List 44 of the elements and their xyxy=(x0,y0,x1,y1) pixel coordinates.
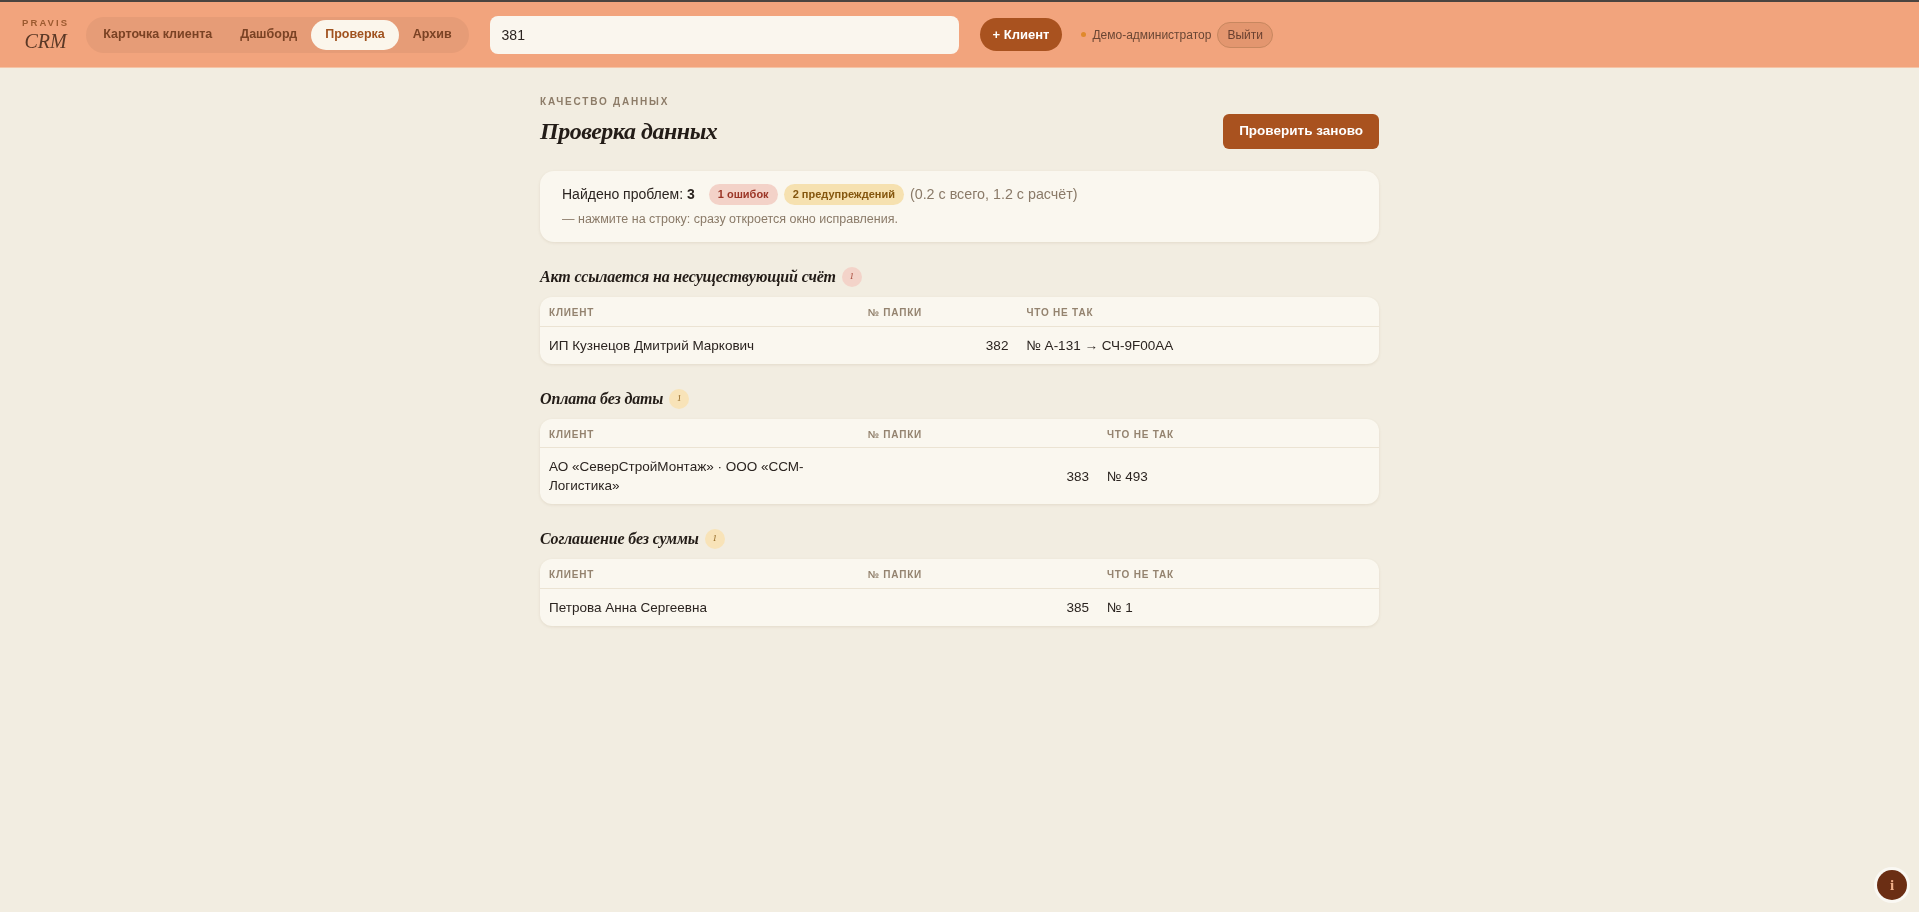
nav-tab[interactable]: Дашборд xyxy=(226,19,312,50)
folder-number-cell: 385 xyxy=(1066,599,1089,615)
issue-cell: № А-131 → СЧ-9F00AA xyxy=(1026,337,1174,353)
problems-found-text: Найдено проблем: 3 xyxy=(562,185,695,205)
user-name: Демо-администратор xyxy=(1092,26,1212,44)
issue-count-badge: 1 xyxy=(669,388,690,409)
info-button[interactable]: i xyxy=(1877,870,1907,900)
issue-cell: № 1 xyxy=(1107,599,1133,615)
nav-tab[interactable]: Архив xyxy=(398,19,466,50)
client-cell: Петрова Анна Сергеевна xyxy=(549,599,707,615)
nav-tab[interactable]: Карточка клиента xyxy=(89,19,227,50)
warning-count-badge: 2 предупреждений xyxy=(783,184,904,206)
column-header: № ПАПКИ xyxy=(867,307,923,319)
section-eyebrow: КАЧЕСТВО ДАННЫХ xyxy=(540,95,670,109)
column-header: ЧТО НЕ ТАК xyxy=(1026,307,1094,319)
add-client-button[interactable]: + Клиент xyxy=(979,18,1063,51)
issue-cell: № 493 xyxy=(1107,468,1148,484)
section-title: Соглашение без суммы xyxy=(540,529,699,550)
issue-count-badge: 1 xyxy=(841,267,862,288)
column-header: КЛИЕНТ xyxy=(549,428,595,440)
column-header: ЧТО НЕ ТАК xyxy=(1107,428,1174,440)
nav-tab[interactable]: Проверка xyxy=(311,19,399,50)
column-header: № ПАПКИ xyxy=(867,428,923,440)
search-field[interactable]: 381 xyxy=(489,15,959,54)
issue-count-badge: 1 xyxy=(704,529,725,550)
hint-text: — нажмите на строку: сразу откроется окно исправления. xyxy=(562,211,898,229)
error-count-badge: 1 ошибок xyxy=(708,184,778,206)
status-dot-icon xyxy=(1081,32,1087,37)
column-header: КЛИЕНТ xyxy=(549,569,595,581)
client-cell: АО «СеверСтройМонтаж» · ООО «ССМ-Логистика» xyxy=(549,459,804,494)
folder-number-cell: 383 xyxy=(1066,468,1089,484)
section-title: Акт ссылается на несуществующий счёт xyxy=(540,267,836,288)
logo-text: CRM xyxy=(24,30,67,51)
client-cell: ИП Кузнецов Дмитрий Маркович xyxy=(549,337,755,353)
column-header: ЧТО НЕ ТАК xyxy=(1107,569,1174,581)
column-header: КЛИЕНТ xyxy=(549,307,595,319)
recheck-button[interactable]: Проверить заново xyxy=(1223,113,1379,149)
folder-number-cell: 382 xyxy=(985,337,1009,353)
logout-button[interactable]: Выйти xyxy=(1217,21,1273,48)
page-title: Проверка данных xyxy=(540,117,718,146)
column-header: № ПАПКИ xyxy=(867,569,923,581)
timing-text: (0.2 с всего, 1.2 с расчёт) xyxy=(909,185,1078,204)
logo-text: PRAVIS xyxy=(22,18,70,28)
section-title: Оплата без даты xyxy=(540,388,664,409)
